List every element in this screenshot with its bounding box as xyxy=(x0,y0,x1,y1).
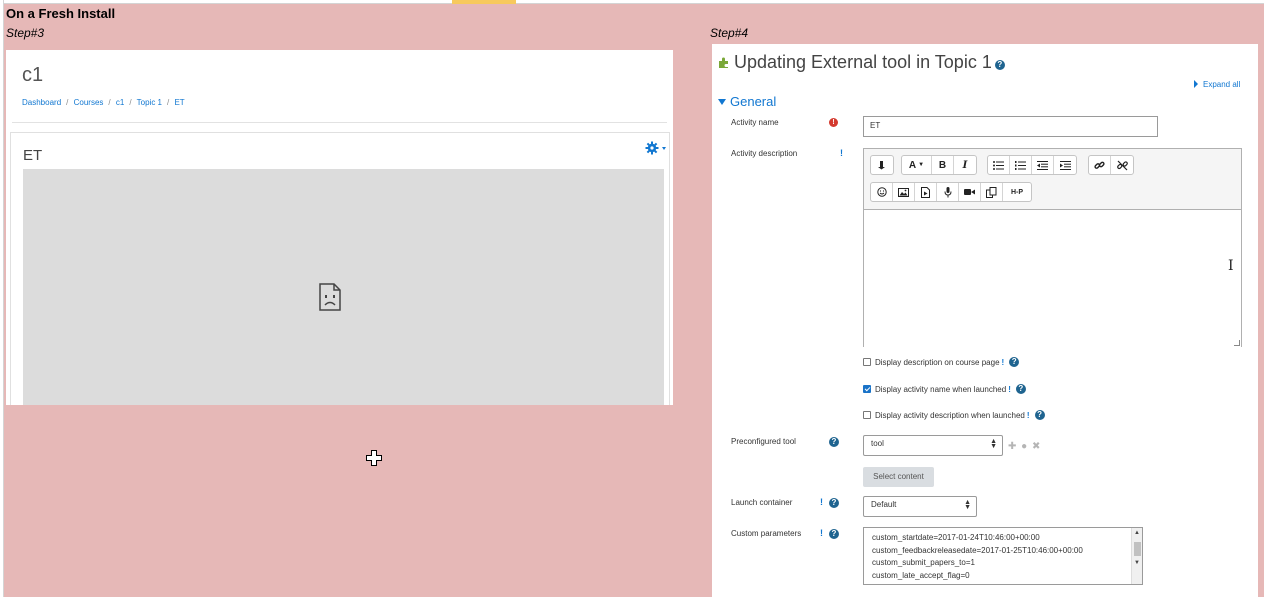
link-icon[interactable] xyxy=(1089,156,1111,174)
manage-files-icon[interactable] xyxy=(981,183,1003,201)
select-arrows-icon: ▲ ▼ xyxy=(964,499,971,511)
breadcrumb-course[interactable]: c1 xyxy=(116,98,124,107)
bold-button[interactable]: B xyxy=(932,156,954,174)
help-icon[interactable]: ? xyxy=(829,498,839,508)
embedded-tool-frame xyxy=(23,169,664,405)
launch-container-select[interactable]: Default ▲ ▼ xyxy=(863,496,977,517)
step4-label: Step#4 xyxy=(710,26,749,40)
parameter-line: custom_feedbackreleasedate=2017-01-25T10… xyxy=(872,545,1083,555)
advanced-field-icon: ! xyxy=(820,528,823,538)
gear-icon[interactable] xyxy=(645,141,669,157)
activity-name-label: Activity name xyxy=(731,118,779,127)
outdent-icon[interactable] xyxy=(1032,156,1054,174)
editor-toolbar: A ▼ B I H-P xyxy=(864,149,1241,207)
display-name-checkbox[interactable] xyxy=(863,385,871,393)
cell-select-cursor-icon xyxy=(366,450,382,466)
help-icon[interactable]: ? xyxy=(1009,357,1020,367)
breadcrumb: Dashboard / Courses / c1/ Topic 1/ ET xyxy=(22,98,185,107)
unlink-icon[interactable] xyxy=(1111,156,1133,174)
image-icon[interactable] xyxy=(893,183,915,201)
tool-actions: ✚ ● ✖ xyxy=(1008,441,1040,452)
breadcrumb-activity[interactable]: ET xyxy=(174,98,184,107)
font-style-button[interactable]: A ▼ xyxy=(902,156,932,174)
expand-all-link[interactable]: Expand all xyxy=(1194,80,1240,89)
puzzle-piece-icon xyxy=(719,57,728,68)
step4-screenshot: Updating External tool in Topic 1? Expan… xyxy=(712,44,1258,597)
add-icon[interactable]: ✚ xyxy=(1008,441,1016,452)
activity-card: ET xyxy=(10,132,670,405)
page-heading: Updating External tool in Topic 1? xyxy=(718,52,1005,73)
description-textarea[interactable]: I xyxy=(864,209,1241,347)
step3-label: Step#3 xyxy=(6,26,45,40)
select-content-button[interactable]: Select content xyxy=(863,467,934,487)
emoticon-icon[interactable] xyxy=(871,183,893,201)
collapse-triangle-icon xyxy=(718,99,726,105)
italic-button[interactable]: I xyxy=(954,156,976,174)
parameter-line: custom_late_accept_flag=0 xyxy=(872,570,970,580)
select-arrows-icon: ▲ ▼ xyxy=(990,438,997,450)
display-description-checkbox[interactable] xyxy=(863,358,871,366)
indent-icon[interactable] xyxy=(1054,156,1076,174)
h5p-button[interactable]: H-P xyxy=(1003,183,1031,201)
preconfigured-tool-select[interactable]: tool ▲ ▼ xyxy=(863,435,1003,456)
custom-parameters-textarea[interactable]: custom_startdate=2017-01-24T10:46:00+00:… xyxy=(863,527,1143,585)
numbered-list-icon[interactable] xyxy=(1010,156,1032,174)
resize-handle[interactable] xyxy=(1234,340,1240,346)
sheet-title: On a Fresh Install xyxy=(6,6,116,21)
help-icon[interactable]: ? xyxy=(829,529,839,539)
media-icon[interactable] xyxy=(915,183,937,201)
advanced-field-icon: ! xyxy=(820,497,823,507)
course-title: c1 xyxy=(22,64,44,86)
header-divider xyxy=(12,122,667,123)
description-editor: A ▼ B I H-P I xyxy=(863,148,1242,347)
activity-name-input[interactable]: ET xyxy=(863,116,1158,137)
advanced-field-icon: ! xyxy=(840,148,843,158)
launch-container-label: Launch container xyxy=(731,498,793,507)
textarea-scrollbar[interactable]: ▲ ▼ xyxy=(1131,528,1142,584)
help-icon[interactable]: ? xyxy=(1015,384,1026,394)
breadcrumb-topic[interactable]: Topic 1 xyxy=(137,98,162,107)
microphone-icon[interactable] xyxy=(937,183,959,201)
breadcrumb-dashboard[interactable]: Dashboard xyxy=(22,98,61,107)
scroll-up-icon[interactable]: ▲ xyxy=(1134,530,1140,536)
display-desc-launched-checkbox-row[interactable]: Display activity description when launch… xyxy=(863,410,1045,420)
help-icon[interactable]: ? xyxy=(829,437,839,447)
configure-icon[interactable]: ● xyxy=(1021,441,1027,452)
expand-triangle-icon xyxy=(1194,80,1198,88)
bullet-list-icon[interactable] xyxy=(988,156,1010,174)
scrollbar-thumb[interactable] xyxy=(1134,542,1141,556)
parameter-line: custom_startdate=2017-01-24T10:46:00+00:… xyxy=(872,533,1040,542)
text-cursor-icon: I xyxy=(1228,258,1234,274)
breadcrumb-courses[interactable]: Courses xyxy=(74,98,104,107)
display-name-checkbox-row[interactable]: Display activity name when launched!? xyxy=(863,384,1026,394)
step3-screenshot: c1 Dashboard / Courses / c1/ Topic 1/ ET E… xyxy=(6,50,673,405)
required-icon: ! xyxy=(829,118,838,127)
show-more-buttons-icon[interactable] xyxy=(871,156,893,174)
help-icon[interactable]: ? xyxy=(994,60,1005,70)
sad-document-icon xyxy=(319,283,341,311)
help-icon[interactable]: ? xyxy=(1034,410,1045,420)
video-camera-icon[interactable] xyxy=(959,183,981,201)
parameter-line: custom_submit_papers_to=1 xyxy=(872,558,975,567)
section-general-toggle[interactable]: General xyxy=(718,94,776,109)
display-description-checkbox-row[interactable]: Display description on course page!? xyxy=(863,357,1020,367)
preconfigured-tool-label: Preconfigured tool xyxy=(731,437,796,446)
activity-name-heading: ET xyxy=(23,147,43,164)
scroll-down-icon[interactable]: ▼ xyxy=(1134,560,1140,566)
display-desc-launched-checkbox[interactable] xyxy=(863,411,871,419)
delete-icon[interactable]: ✖ xyxy=(1032,441,1040,452)
activity-description-label: Activity description xyxy=(731,149,798,158)
custom-parameters-label: Custom parameters xyxy=(731,529,802,538)
